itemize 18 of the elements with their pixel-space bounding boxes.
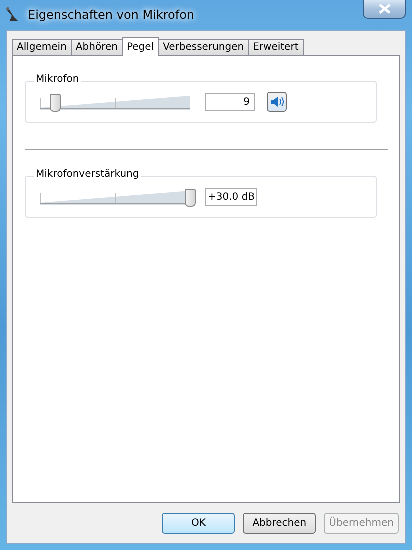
slider-thumb[interactable] — [185, 189, 196, 207]
tab[interactable]: Erweitert — [248, 39, 304, 56]
window-title: Eigenschaften von Mikrofon — [28, 8, 195, 22]
tab[interactable]: Abhören — [70, 39, 123, 56]
tab[interactable]: Verbesserungen — [158, 39, 250, 56]
tab[interactable]: Pegel — [122, 37, 160, 56]
group-title: Mikrofon — [34, 74, 82, 85]
close-button[interactable] — [363, 0, 406, 19]
tab[interactable]: Allgemein — [12, 39, 72, 56]
close-icon — [378, 4, 390, 14]
speaker-button[interactable] — [267, 92, 287, 112]
level-readout: +30.0 dB — [205, 188, 257, 206]
group-title: Mikrofonverstärkung — [34, 169, 142, 180]
slider-thumb[interactable] — [50, 94, 62, 112]
level-readout: 9 — [205, 93, 255, 111]
dialog-button[interactable]: OK — [162, 512, 236, 534]
dialog-button[interactable]: Abbrechen — [243, 512, 316, 534]
speaker-icon — [270, 96, 284, 108]
